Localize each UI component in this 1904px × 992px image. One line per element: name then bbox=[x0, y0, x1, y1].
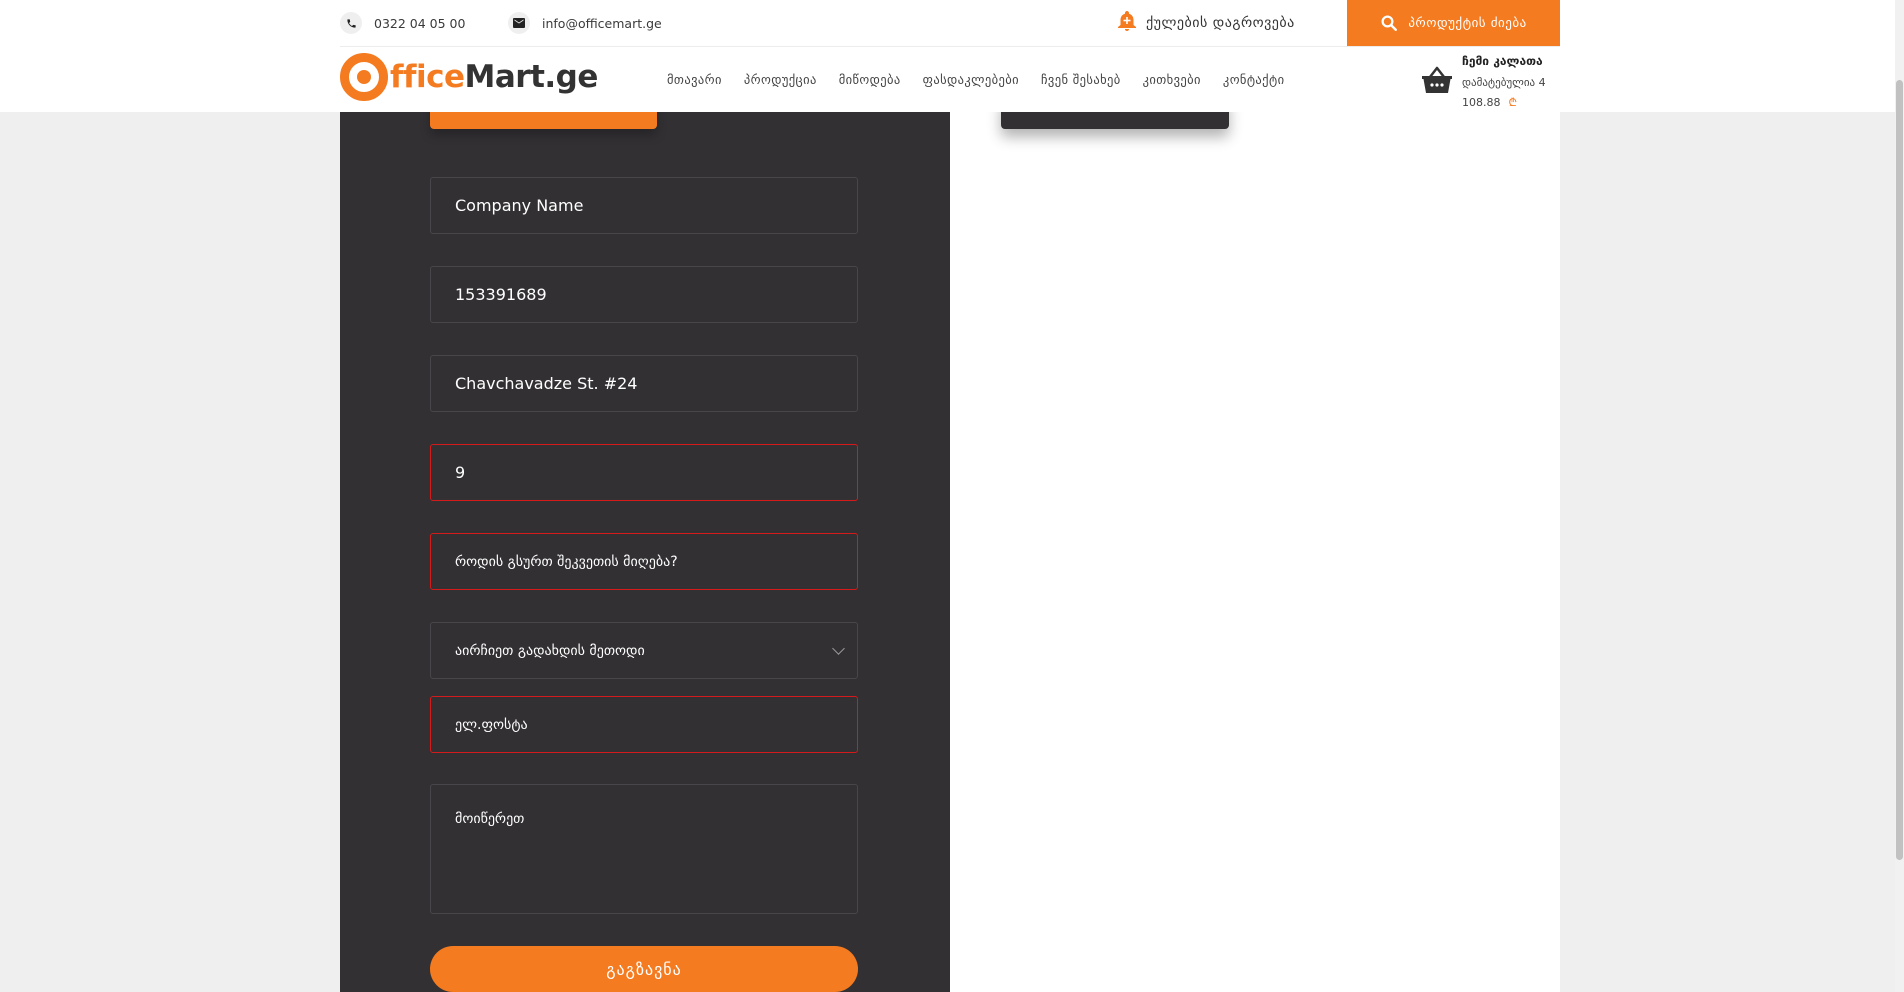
logo-part2: Mart.ge bbox=[464, 59, 599, 95]
cart-total-wrap: 108.88 ₾ bbox=[1462, 95, 1517, 110]
divider bbox=[340, 46, 1560, 47]
product-search-button[interactable]: პროდუქტის ძიება bbox=[1347, 0, 1560, 46]
email-placeholder: ელ.ფოსტა bbox=[455, 716, 528, 733]
site-logo[interactable]: fficeMart.ge bbox=[340, 52, 598, 102]
address-input[interactable]: Chavchavadze St. #24 bbox=[430, 355, 858, 412]
nav-item-delivery[interactable]: მიწოდება bbox=[839, 72, 901, 87]
delivery-time-input[interactable]: როდის გსურთ შეკვეთის მიღება? bbox=[430, 533, 858, 590]
points-label: ქულების დაგროვება bbox=[1146, 15, 1295, 31]
company-name-input[interactable]: Company Name bbox=[430, 177, 858, 234]
company-id-input[interactable]: 153391689 bbox=[430, 266, 858, 323]
search-icon bbox=[1381, 15, 1398, 31]
cart-widget[interactable]: ჩემი კალათა დამატებულია 4 108.88 ₾ bbox=[1422, 50, 1562, 110]
cart-title: ჩემი კალათა bbox=[1462, 54, 1543, 68]
nav-item-products[interactable]: პროდუქცია bbox=[744, 72, 817, 87]
mail-icon bbox=[508, 12, 530, 34]
delivery-time-placeholder: როდის გსურთ შეკვეთის მიღება? bbox=[455, 553, 678, 570]
phone-value: 9 bbox=[455, 463, 466, 482]
phone-number: 0322 04 05 00 bbox=[374, 15, 466, 31]
nav-item-contact[interactable]: კონტაქტი bbox=[1223, 72, 1285, 87]
chevron-down-icon bbox=[832, 642, 845, 655]
basket-icon bbox=[1422, 66, 1452, 98]
content-column: Company Name 153391689 Chavchavadze St. … bbox=[340, 0, 1560, 992]
order-form-panel: Company Name 153391689 Chavchavadze St. … bbox=[340, 0, 950, 992]
nav-item-about[interactable]: ჩვენ შესახებ bbox=[1041, 72, 1121, 87]
lari-currency-icon: ₾ bbox=[1508, 96, 1517, 109]
submit-label: გაგზავნა bbox=[606, 959, 682, 979]
email-input[interactable]: ელ.ფოსტა bbox=[430, 696, 858, 753]
cart-item-count: დამატებულია 4 bbox=[1462, 76, 1546, 89]
cart-total: 108.88 bbox=[1462, 96, 1501, 109]
summary-panel bbox=[950, 0, 1560, 992]
header-inner: 0322 04 05 00 info@officemart.ge ქულების… bbox=[340, 0, 1560, 112]
company-name-value: Company Name bbox=[455, 196, 584, 215]
page: Company Name 153391689 Chavchavadze St. … bbox=[0, 0, 1904, 992]
scrollbar[interactable] bbox=[1895, 0, 1904, 992]
payment-method-value: აირჩიეთ გადახდის მეთოდი bbox=[455, 642, 645, 659]
search-button-label: პროდუქტის ძიება bbox=[1408, 15, 1527, 31]
nav-item-home[interactable]: მთავარი bbox=[667, 72, 722, 87]
phone-icon bbox=[340, 12, 362, 34]
nav-item-discounts[interactable]: ფასდაკლებები bbox=[923, 72, 1019, 87]
logo-o-icon bbox=[340, 53, 388, 101]
main-nav: მთავარი პროდუქცია მიწოდება ფასდაკლებები … bbox=[667, 72, 1306, 87]
nav-item-faq[interactable]: კითხვები bbox=[1143, 72, 1201, 87]
phone-contact[interactable]: 0322 04 05 00 bbox=[340, 12, 465, 34]
logo-part1: ffice bbox=[390, 59, 465, 95]
points-link[interactable]: ქულების დაგროვება bbox=[1118, 10, 1295, 36]
scrollbar-thumb[interactable] bbox=[1896, 80, 1903, 860]
site-header: 0322 04 05 00 info@officemart.ge ქულების… bbox=[0, 0, 1904, 112]
address-value: Chavchavadze St. #24 bbox=[455, 374, 638, 393]
comment-textarea[interactable]: მოიწერეთ bbox=[430, 784, 858, 914]
logo-text: fficeMart.ge bbox=[390, 59, 598, 95]
email-address: info@officemart.ge bbox=[542, 15, 662, 31]
comment-placeholder: მოიწერეთ bbox=[455, 811, 525, 827]
bell-plus-icon bbox=[1118, 11, 1136, 35]
submit-button[interactable]: გაგზავნა bbox=[430, 946, 858, 992]
phone-input[interactable]: 9 bbox=[430, 444, 858, 501]
company-id-value: 153391689 bbox=[455, 285, 547, 304]
payment-method-select[interactable]: აირჩიეთ გადახდის მეთოდი bbox=[430, 622, 858, 679]
email-contact[interactable]: info@officemart.ge bbox=[508, 12, 662, 34]
